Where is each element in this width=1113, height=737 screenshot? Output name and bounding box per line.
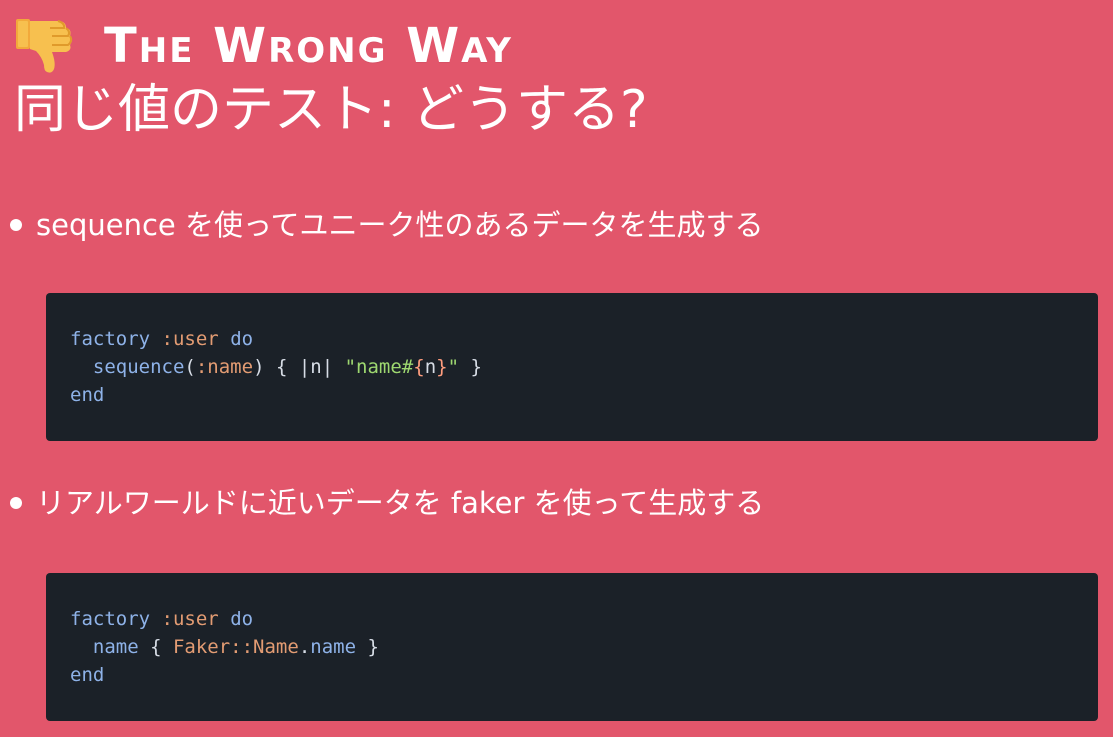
code-line: end	[70, 661, 1074, 689]
code-token-keyword: end	[70, 664, 105, 686]
code-token-dot: .	[298, 636, 311, 658]
code-line: factory :user do	[70, 605, 1074, 633]
bullet-text: リアルワールドに近いデータを faker を使って生成する	[36, 486, 765, 520]
code-token-string: "name#	[333, 356, 414, 378]
page-title: 同じ値のテスト: どうする?	[14, 80, 648, 140]
code-token-interpolation: }	[436, 356, 448, 378]
code-token-paren: (	[184, 356, 196, 378]
bullet-dot	[10, 219, 22, 231]
code-token-constant: Faker::Name	[172, 636, 299, 658]
bullet-dot	[10, 497, 22, 509]
code-token-block-param: |n|	[298, 356, 334, 378]
code-token-brace: }	[459, 356, 482, 378]
code-token-keyword: factory	[70, 328, 151, 350]
code-line: name { Faker::Name.name }	[70, 633, 1074, 661]
code-token-symbol: :user	[161, 608, 219, 630]
code-token-keyword: do	[230, 608, 254, 630]
code-token-keyword: do	[230, 328, 254, 350]
code-token-brace: }	[356, 636, 379, 658]
code-token-keyword: end	[70, 384, 105, 406]
thumbs-down-icon	[16, 19, 73, 73]
code-token-brace: {	[264, 356, 299, 378]
wrong-way-label: The Wrong Way	[104, 18, 513, 74]
code-token-brace: {	[138, 636, 173, 658]
code-token-indent	[70, 636, 93, 658]
code-line: end	[70, 381, 1074, 409]
code-line: factory :user do	[70, 325, 1074, 353]
bullet-faker: リアルワールドに近いデータを faker を使って生成する	[10, 485, 764, 521]
code-token-interpolation: {	[413, 356, 425, 378]
code-block-sequence: factory :user do sequence(:name) { |n| "…	[46, 293, 1098, 441]
code-token-symbol: :name	[195, 356, 254, 378]
code-token-method: name	[92, 636, 139, 658]
code-token-method: sequence	[92, 356, 185, 378]
code-token-paren: )	[253, 356, 265, 378]
code-token-indent	[70, 356, 93, 378]
bullet-sequence: sequence を使ってユニーク性のあるデータを生成する	[10, 207, 764, 243]
code-token-string: "	[447, 356, 460, 378]
code-token-variable: n	[424, 356, 437, 378]
code-token-method: name	[310, 636, 357, 658]
code-token-symbol: :user	[161, 328, 219, 350]
code-block-faker: factory :user do name { Faker::Name.name…	[46, 573, 1098, 721]
code-token-keyword: factory	[70, 608, 151, 630]
bullet-text: sequence を使ってユニーク性のあるデータを生成する	[36, 208, 764, 242]
code-line: sequence(:name) { |n| "name#{n}" }	[70, 353, 1074, 381]
wrong-way-heading: The Wrong Way	[12, 14, 513, 78]
